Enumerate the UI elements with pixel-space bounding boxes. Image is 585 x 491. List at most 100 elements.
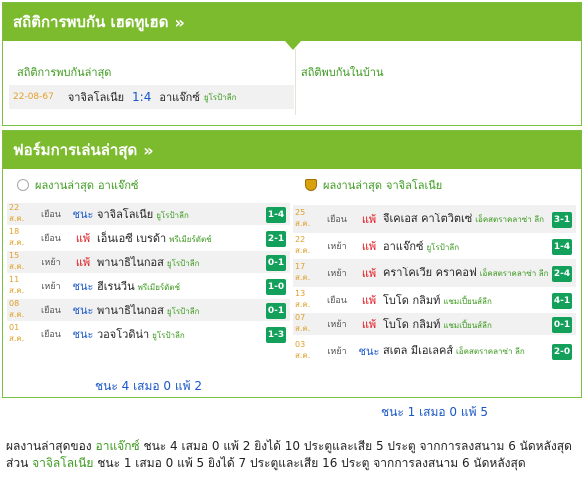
form-row[interactable]: 25 ส.ค. เยือน แพ้ จีเคเอส คาโตวิตเซ่ เอ็คสตร… [293,205,576,235]
form-panel: ฟอร์มการเล่นล่าสุด » ผลงานล่าสุด อาแจ๊กซ… [2,130,582,419]
form-row[interactable]: 22 ส.ค. เยือน ชนะ จาจิลโลเนีย ยูโรป้าลีก 1-4 [7,203,290,227]
row-opponent[interactable]: อาแจ๊กซ์ [383,240,423,253]
h2h-title: สถิติการพบกัน เฮดทูเฮด [13,13,169,31]
form-row[interactable]: 22 ส.ค. เหย้า แพ้ อาแจ๊กซ์ ยูโรป้าลีก 1-4 [293,235,576,259]
row-opponent-cell: อาแจ๊กซ์ ยูโรป้าลีก [383,237,576,255]
row-venue: เหย้า [327,269,347,279]
row-opponent-cell: ฮีเรนวีน พรีเมียร์ดัตช์ [97,277,290,295]
footnote-line2-team[interactable]: จาจิลโลเนีย [32,456,93,470]
row-date: 08 ส.ค. [9,299,25,319]
right-form-team: จาจิลโลเนีย [386,179,443,192]
form-row[interactable]: 01 ส.ค. เยือน ชนะ วอจโวดิน่า ยูโรป้าลีก 1-3 [7,323,290,347]
row-opponent[interactable]: จาจิลโลเนีย [97,208,153,221]
chevron-right-icon: » [174,12,185,32]
footnote-line2-rest: ชนะ 1 เสมอ 0 แพ้ 5 ยิงได้ 7 ประตูและเสีย… [97,456,526,470]
h2h-panel: สถิติการพบกัน เฮดทูเฮด » สถิติการพบกันล่… [2,2,582,126]
row-opponent[interactable]: จีเคเอส คาโตวิตเซ่ [383,213,472,225]
row-venue: เหย้า [327,320,347,330]
row-opponent-cell: โบโด กลิมท์ แชมเปี้ยนส์ลีก [383,315,576,333]
row-result: ชนะ [358,345,380,358]
form-row[interactable]: 11 ส.ค. เหย้า ชนะ ฮีเรนวีน พรีเมียร์ดัตช์ 1-0 [7,275,290,299]
form-row[interactable]: 18 ส.ค. เยือน แพ้ เอ็นเอซี เบรด้า พรีเมียร์ด… [7,227,290,251]
form-row[interactable]: 07 ส.ค. เหย้า แพ้ โบโด กลิมท์ แชมเปี้ยนส์ลีก… [293,313,576,337]
row-opponent-cell: จีเคเอส คาโตวิตเซ่ เอ็คสตราคลาซ่า ลีก [383,213,576,226]
row-league: เอ็คสตราคลาซ่า ลีก [479,268,549,278]
right-form-list: 25 ส.ค. เยือน แพ้ จีเคเอส คาโตวิตเซ่ เอ็คสตร… [293,205,576,367]
row-league: พรีเมียร์ดัตช์ [137,283,180,292]
row-venue: เยือน [41,306,61,316]
row-league: ยูโรป้าลีก [152,331,185,340]
row-opponent[interactable]: ฮีเรนวีน [97,280,135,293]
score-badge: 1-3 [266,327,286,343]
row-result: แพ้ [361,267,377,280]
h2h-header[interactable]: สถิติการพบกัน เฮดทูเฮด » [3,3,581,41]
row-result: แพ้ [361,213,377,226]
row-opponent[interactable]: พานาธิไนกอส [97,256,164,269]
row-league: แชมเปี้ยนส์ลีก [443,321,492,330]
row-opponent[interactable]: โบโด กลิมท์ [383,294,440,307]
h2h-match-row[interactable]: 22-08-67 จาจิลโลเนีย 1:4 อาแจ๊กซ์ ยูโรป้… [9,85,294,109]
row-opponent[interactable]: เอ็นเอซี เบรด้า [97,232,166,245]
form-row[interactable]: 13 ส.ค. เยือน แพ้ โบโด กลิมท์ แชมเปี้ยนส์ลีก… [293,289,576,313]
form-footnote: ผลงานล่าสุดของ อาแจ๊กซ์ ชนะ 4 เสมอ 0 แพ้… [6,438,581,472]
score-badge: 2-1 [266,231,286,247]
row-venue: เยือน [41,234,61,244]
score-badge: 0-1 [552,317,572,333]
row-opponent[interactable]: สเตล มีเอเลคส์ [383,345,453,357]
right-team-form-title: ผลงานล่าสุด จาจิลโลเนีย [305,176,442,194]
row-opponent[interactable]: คราโคเวีย คราคอฟ [383,267,477,279]
row-result: แพ้ [75,232,91,245]
footnote-line-1: ผลงานล่าสุดของ อาแจ๊กซ์ ชนะ 4 เสมอ 0 แพ้… [6,438,581,455]
row-league: ยูโรป้าลีก [166,307,200,316]
row-date: 01 ส.ค. [9,323,25,343]
h2h-recent-title: สถิติการพบกันล่าสุด [17,66,112,79]
score-badge: 2-0 [552,344,572,360]
row-league: ยูโรป้าลีก [166,259,200,268]
footnote-line1-team[interactable]: อาแจ๊กซ์ [96,439,140,453]
right-form-prefix: ผลงานล่าสุด [323,179,383,192]
score-badge: 2-4 [552,266,572,282]
row-league: พรีเมียร์ดัตช์ [169,235,212,244]
row-result: แพ้ [75,256,91,269]
row-opponent[interactable]: วอจโวดิน่า [97,328,149,341]
row-result: แพ้ [361,240,377,253]
row-opponent-cell: วอจโวดิน่า ยูโรป้าลีก [97,325,290,343]
form-row[interactable]: 03 ส.ค. เหย้า ชนะ สเตล มีเอเลคส์ เอ็คสตราคลา… [293,337,576,367]
row-opponent-cell: เอ็นเอซี เบรด้า พรีเมียร์ดัตช์ [97,229,290,247]
row-result: แพ้ [361,318,377,331]
column-divider [295,49,296,115]
row-league: เอ็คสตราคลาซ่า ลีก [456,346,525,356]
row-venue: เยือน [41,210,61,220]
row-venue: เยือน [327,296,347,306]
left-team-form-title: ผลงานล่าสุด อาแจ๊กซ์ [17,176,138,194]
form-header[interactable]: ฟอร์มการเล่นล่าสุด » [3,131,581,169]
row-opponent-cell: จาจิลโลเนีย ยูโรป้าลีก [97,205,290,223]
score-badge: 4-1 [552,293,572,309]
row-venue: เหย้า [41,258,61,268]
row-opponent[interactable]: โบโด กลิมท์ [383,318,440,331]
row-result: ชนะ [72,208,94,221]
left-form-list: 22 ส.ค. เยือน ชนะ จาจิลโลเนีย ยูโรป้าลีก 1-4 1… [7,203,290,347]
row-result: แพ้ [361,294,377,307]
row-opponent-cell: พานาธิไนกอส ยูโรป้าลีก [97,253,290,271]
row-venue: เหย้า [41,282,61,292]
form-row[interactable]: 15 ส.ค. เหย้า แพ้ พานาธิไนกอส ยูโรป้าลีก 0-1 [7,251,290,275]
row-date: 25 ส.ค. [295,208,311,228]
left-form-prefix: ผลงานล่าสุด [35,179,95,192]
row-date: 17 ส.ค. [295,262,311,282]
score-badge: 1-0 [266,279,286,295]
row-opponent[interactable]: พานาธิไนกอส [97,304,164,317]
row-league: ยูโรป้าลีก [156,211,189,220]
row-result: ชนะ [72,328,94,341]
ajax-crest-icon [17,179,29,191]
row-date: 22 ส.ค. [295,235,311,255]
score-badge: 1-4 [552,239,572,255]
form-row[interactable]: 08 ส.ค. เยือน ชนะ พานาธิไนกอส ยูโรป้าลีก 0-1 [7,299,290,323]
form-row[interactable]: 17 ส.ค. เหย้า แพ้ คราโคเวีย คราคอฟ เอ็คสตราค… [293,259,576,289]
row-league: เอ็คสตราคลาซ่า ลีก [475,214,544,224]
score-badge: 1-4 [266,207,286,223]
row-venue: เหย้า [327,242,347,252]
row-venue: เยือน [327,215,347,225]
jagiellonia-crest-icon [305,179,317,191]
row-date: 22 ส.ค. [9,203,25,223]
